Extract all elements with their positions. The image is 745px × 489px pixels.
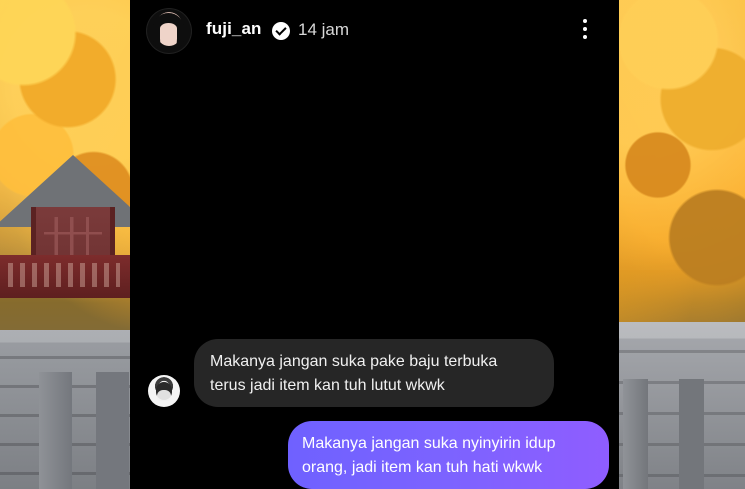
- more-dot-top: [583, 19, 587, 23]
- left-lodge-building: [0, 137, 152, 307]
- sent-message-bubble: Makanya jangan suka nyinyirin idup orang…: [288, 421, 609, 489]
- profile-avatar[interactable]: [146, 8, 192, 54]
- story-reply-screen: fuji_an 14 jam Makanya jangan suka pake …: [0, 0, 745, 489]
- sender-avatar[interactable]: [148, 375, 180, 407]
- more-vertical-icon[interactable]: [578, 16, 592, 42]
- sent-message-line-1: Makanya jangan suka nyinyirin idup: [302, 435, 556, 452]
- verified-badge-icon: [272, 22, 290, 40]
- story-viewer-panel: fuji_an 14 jam Makanya jangan suka pake …: [130, 0, 619, 489]
- more-dot-middle: [583, 27, 587, 31]
- more-dot-bottom: [583, 35, 587, 39]
- right-autumn-trees: [617, 0, 745, 330]
- received-message-bubble: Makanya jangan suka pake baju terbuka te…: [194, 339, 554, 407]
- lodge-base: [0, 255, 130, 298]
- story-header: fuji_an 14 jam: [130, 0, 619, 64]
- received-message-line-2: terus jadi item kan tuh lutut wkwk: [210, 377, 445, 394]
- story-timestamp: 14 jam: [298, 20, 350, 39]
- received-message-row: Makanya jangan suka pake baju terbuka te…: [148, 337, 574, 409]
- left-bridge-railing: [0, 330, 130, 489]
- received-message-line-1: Makanya jangan suka pake baju terbuka: [210, 353, 498, 370]
- username-label[interactable]: fuji_an: [206, 19, 262, 39]
- sent-message-line-2: orang, jadi item kan tuh hati wkwk: [302, 459, 543, 476]
- right-bridge-railing: [617, 322, 745, 489]
